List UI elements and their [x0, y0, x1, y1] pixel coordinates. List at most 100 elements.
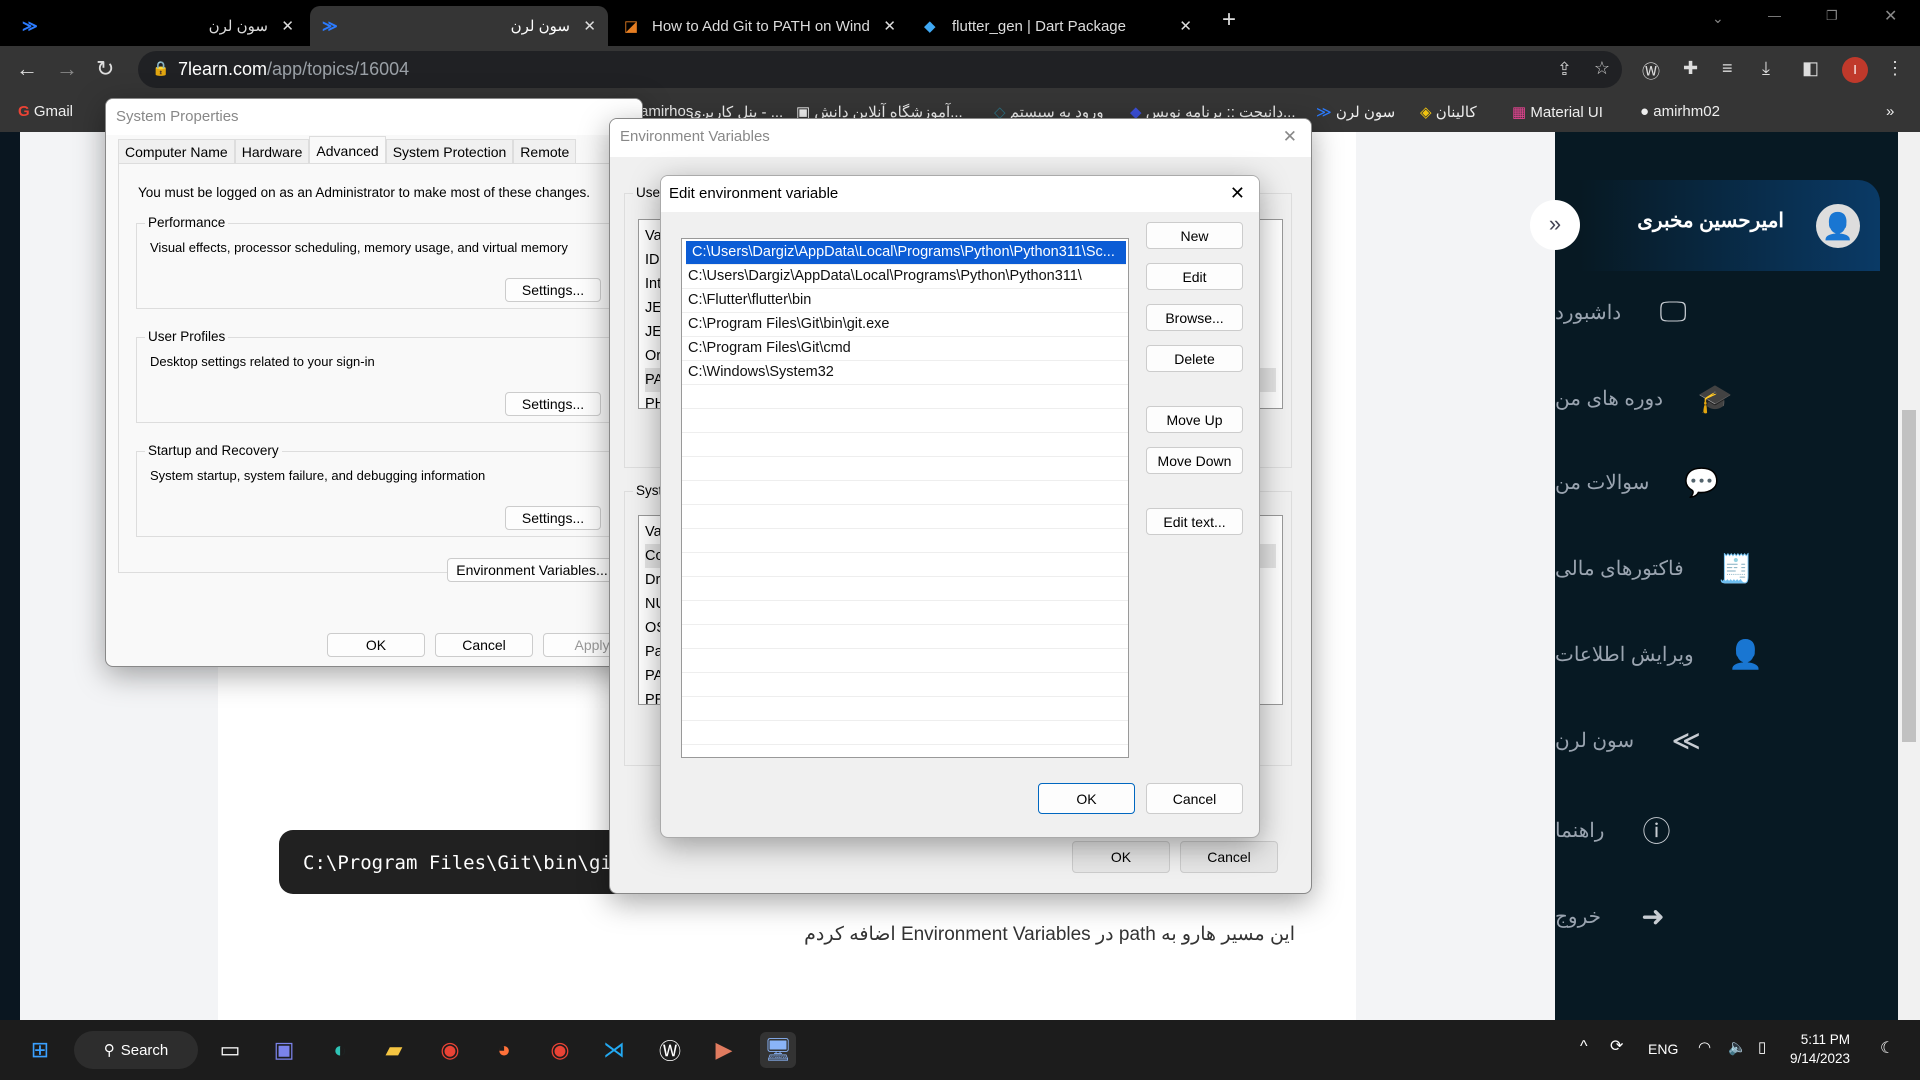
close-window-icon[interactable]: ✕: [1884, 6, 1897, 26]
tab-7learn-2[interactable]: ≫ سون لرن ✕: [310, 6, 608, 46]
more-bookmarks-icon[interactable]: »: [1886, 103, 1894, 120]
close-tab-icon[interactable]: ✕: [883, 17, 896, 35]
tab-search-icon[interactable]: ⌄: [1712, 10, 1724, 27]
tab-computer-name[interactable]: Computer Name: [118, 139, 235, 164]
bookmark-star-icon[interactable]: ☆: [1594, 58, 1610, 79]
download-icon[interactable]: ⤓: [1762, 58, 1770, 79]
sidebar-item-edit-profile[interactable]: 👤 ویرایش اطلاعات: [1555, 634, 1845, 674]
tab-advanced[interactable]: Advanced: [309, 136, 386, 164]
media-player-icon[interactable]: ▶: [706, 1032, 742, 1068]
performance-settings-button[interactable]: Settings...: [505, 278, 601, 302]
close-tab-icon[interactable]: ✕: [1179, 17, 1192, 35]
ok-button[interactable]: OK: [327, 633, 425, 657]
bookmark-kalinan[interactable]: ◈ کالینان: [1420, 103, 1477, 121]
path-entry[interactable]: C:\Users\Dargiz\AppData\Local\Programs\P…: [682, 265, 1128, 289]
system-properties-taskbar-icon[interactable]: 🖥: [760, 1032, 796, 1068]
empty-row: [682, 649, 1128, 673]
window-title: System Properties: [106, 99, 642, 135]
close-icon[interactable]: ✕: [1230, 183, 1245, 204]
side-panel-icon[interactable]: ◧: [1802, 58, 1819, 79]
edge-icon[interactable]: ◐: [322, 1032, 358, 1068]
reading-list-icon[interactable]: ≡: [1722, 58, 1733, 79]
start-icon[interactable]: ⊞: [22, 1032, 58, 1068]
task-view-icon[interactable]: ▭: [212, 1032, 248, 1068]
cancel-button[interactable]: Cancel: [1146, 783, 1243, 814]
cancel-button[interactable]: Cancel: [1180, 841, 1278, 873]
wifi-icon[interactable]: ◠: [1698, 1038, 1711, 1056]
new-button[interactable]: New: [1146, 222, 1243, 249]
menu-kebab-icon[interactable]: ⋮: [1886, 58, 1904, 79]
sidebar-item-invoices[interactable]: 🧾 فاکتورهای مالی: [1555, 548, 1845, 588]
bookmark-7learn[interactable]: ≫ سون لرن: [1316, 103, 1395, 121]
chrome-icon[interactable]: ◉: [432, 1032, 468, 1068]
close-tab-icon[interactable]: ✕: [281, 17, 294, 35]
tab-flutter-gen[interactable]: ◆ flutter_gen | Dart Package ✕: [912, 6, 1204, 46]
tab-remote[interactable]: Remote: [513, 139, 577, 164]
minimize-icon[interactable]: —: [1768, 8, 1781, 23]
environment-variables-button[interactable]: Environment Variables...: [447, 558, 617, 582]
path-entry[interactable]: C:\Program Files\Git\cmd: [682, 337, 1128, 361]
address-bar[interactable]: 🔒 7learn.com/app/topics/16004 ⇪ ☆: [138, 51, 1622, 88]
close-icon[interactable]: ✕: [1283, 127, 1297, 147]
delete-button[interactable]: Delete: [1146, 345, 1243, 372]
taskbar-search[interactable]: ⚲ Search: [74, 1031, 198, 1069]
teams-icon[interactable]: ▣: [266, 1032, 302, 1068]
chrome-icon[interactable]: ◉: [542, 1032, 578, 1068]
battery-icon[interactable]: ▯: [1758, 1038, 1766, 1056]
ok-button[interactable]: OK: [1072, 841, 1170, 873]
language-indicator[interactable]: ENG: [1648, 1041, 1678, 1057]
app-w-icon[interactable]: Ⓦ: [652, 1032, 688, 1068]
move-down-button[interactable]: Move Down: [1146, 447, 1243, 474]
close-tab-icon[interactable]: ✕: [583, 17, 596, 35]
path-entry[interactable]: C:\Program Files\Git\bin\git.exe: [682, 313, 1128, 337]
user-profiles-settings-button[interactable]: Settings...: [505, 392, 601, 416]
sidebar-item-my-questions[interactable]: 💬 سوالات من: [1555, 462, 1845, 502]
extensions-puzzle-icon[interactable]: ✚: [1683, 58, 1698, 79]
sync-icon[interactable]: ⟳: [1610, 1036, 1623, 1056]
bookmark-material-ui[interactable]: ▦ Material UI: [1512, 103, 1603, 121]
back-icon[interactable]: ←: [16, 56, 38, 82]
move-up-button[interactable]: Move Up: [1146, 406, 1243, 433]
extension-w-icon[interactable]: Ⓦ: [1642, 58, 1660, 84]
new-tab-button[interactable]: +: [1222, 6, 1236, 34]
bookmark-gmail[interactable]: G Gmail: [18, 103, 73, 120]
vscode-icon[interactable]: ⋊: [596, 1032, 632, 1068]
firefox-icon[interactable]: ◕: [486, 1032, 522, 1068]
path-entry[interactable]: C:\Windows\System32: [682, 361, 1128, 385]
sidebar-item-logout[interactable]: ➜ خروج: [1555, 896, 1845, 936]
cancel-button[interactable]: Cancel: [435, 633, 533, 657]
ok-button[interactable]: OK: [1038, 783, 1135, 814]
tab-7learn-1[interactable]: ≫ سون لرن ✕: [10, 6, 306, 46]
reload-icon[interactable]: ↻: [96, 56, 114, 82]
path-entries-list[interactable]: C:\Users\Dargiz\AppData\Local\Programs\P…: [681, 238, 1129, 758]
sidebar-item-my-courses[interactable]: 🎓 دوره های من: [1555, 378, 1845, 418]
edit-text-button[interactable]: Edit text...: [1146, 508, 1243, 535]
profile-avatar[interactable]: I: [1842, 57, 1868, 83]
volume-icon[interactable]: 🔈: [1728, 1038, 1747, 1056]
collapse-sidebar-button[interactable]: »: [1530, 200, 1580, 250]
clock[interactable]: 5:11 PM 9/14/2023: [1790, 1030, 1850, 1068]
browse-button[interactable]: Browse...: [1146, 304, 1243, 331]
tab-system-protection[interactable]: System Protection: [385, 139, 514, 164]
file-explorer-icon[interactable]: ▰: [376, 1032, 412, 1068]
receipt-icon: 🧾: [1718, 552, 1754, 584]
tab-hardware[interactable]: Hardware: [234, 139, 310, 164]
startup-settings-button[interactable]: Settings...: [505, 506, 601, 530]
sidebar-item-help[interactable]: ⓘ راهنما: [1555, 810, 1845, 850]
scrollbar-thumb[interactable]: [1902, 410, 1916, 742]
sidebar-item-dashboard[interactable]: 🖵 داشبورد: [1555, 292, 1845, 332]
path-entry[interactable]: C:\Flutter\flutter\bin: [682, 289, 1128, 313]
forward-icon[interactable]: →: [56, 56, 78, 82]
notifications-icon[interactable]: ☾: [1880, 1038, 1894, 1058]
profile-header[interactable]: امیرحسین مخبری 👤: [1580, 180, 1880, 271]
bookmark-amirhm02[interactable]: ● amirhm02: [1640, 103, 1720, 120]
tab-git-path[interactable]: ◪ How to Add Git to PATH on Wind ✕: [612, 6, 908, 46]
restore-icon[interactable]: ❐: [1826, 8, 1838, 24]
empty-row: [682, 529, 1128, 553]
tray-overflow-icon[interactable]: ^: [1580, 1038, 1588, 1056]
edit-button[interactable]: Edit: [1146, 263, 1243, 290]
share-icon[interactable]: ⇪: [1557, 59, 1572, 80]
path-entry[interactable]: C:\Users\Dargiz\AppData\Local\Programs\P…: [686, 241, 1126, 265]
sidebar-item-7learn[interactable]: ≫ سون لرن: [1555, 720, 1845, 760]
taskbar: ⊞ ⚲ Search ▭ ▣ ◐ ▰ ◉ ◕ ◉ ⋊ Ⓦ ▶ 🖥 ^ ⟳ ENG …: [0, 1020, 1920, 1080]
